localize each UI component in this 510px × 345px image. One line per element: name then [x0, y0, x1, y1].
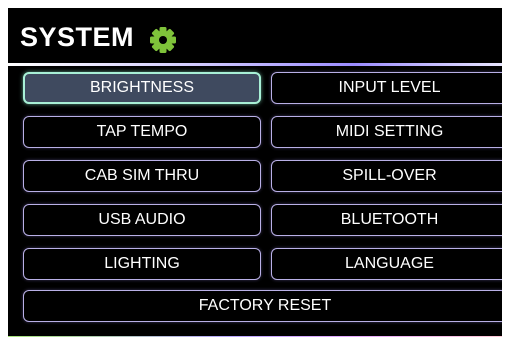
factory-reset-button[interactable]: FACTORY RESET: [23, 290, 502, 322]
page-title: SYSTEM: [20, 22, 135, 52]
tap-tempo-button[interactable]: TAP TEMPO: [23, 116, 261, 148]
usb-audio-button[interactable]: USB AUDIO: [23, 204, 261, 236]
header: SYSTEM: [8, 8, 502, 63]
header-divider: [8, 63, 502, 66]
input-level-button[interactable]: INPUT LEVEL: [271, 72, 502, 104]
midi-setting-button[interactable]: MIDI SETTING: [271, 116, 502, 148]
bluetooth-button[interactable]: BLUETOOTH: [271, 204, 502, 236]
system-screen: SYSTEM BRIGHTNESS INPUT LEVEL TAP TEMPO …: [8, 8, 502, 337]
brightness-button[interactable]: BRIGHTNESS: [23, 72, 261, 104]
gear-icon: [150, 27, 176, 53]
bottom-divider: [8, 336, 502, 337]
spill-over-button[interactable]: SPILL-OVER: [271, 160, 502, 192]
language-button[interactable]: LANGUAGE: [271, 248, 502, 280]
lighting-button[interactable]: LIGHTING: [23, 248, 261, 280]
cab-sim-thru-button[interactable]: CAB SIM THRU: [23, 160, 261, 192]
